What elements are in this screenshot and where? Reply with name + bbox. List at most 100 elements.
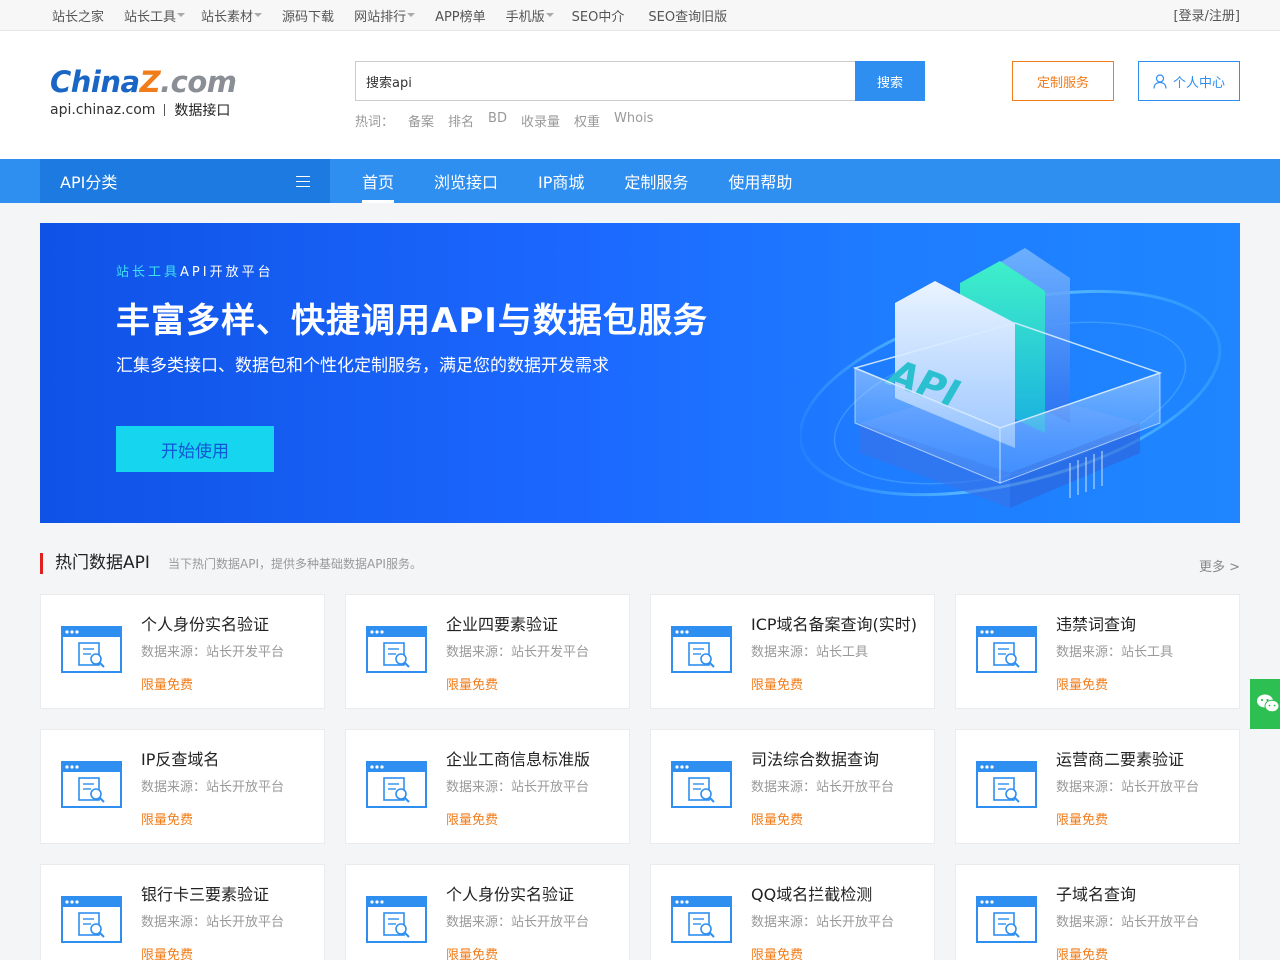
api-card-name: 司法综合数据查询: [751, 750, 880, 769]
api-card-source: 数据来源：站长工具: [1056, 645, 1174, 660]
chevron-down-icon: [254, 13, 263, 17]
hero-banner: 站长工具API开放平台 丰富多样、快捷调用API与数据包服务 汇集多类接口、数据…: [40, 223, 1240, 523]
api-card[interactable]: 司法综合数据查询数据来源：站长开放平台 限量免费: [650, 729, 935, 844]
api-category-label: API分类: [60, 173, 118, 192]
custom-service-button[interactable]: 定制服务: [1012, 61, 1114, 101]
api-card[interactable]: IP反查域名 数据来源：站长开放平台 限量免费: [40, 729, 325, 844]
api-card[interactable]: 个人身份实名验证 数据来源：站长开发平台 限量免费: [40, 594, 325, 709]
api-card-name: 企业工商信息标准版: [446, 750, 591, 769]
header: ChinaZ.com api.chinaz.com 数据接口 搜索 热词： 备案…: [0, 31, 1280, 159]
api-card-name: 运营商二要素验证: [1056, 750, 1185, 769]
menu-icon: [296, 175, 310, 187]
chevron-down-icon: [177, 13, 186, 17]
api-card-source: 数据来源：站长开放平台: [751, 780, 895, 795]
api-card[interactable]: 子域名查询 数据来源：站长开放平台 限量免费: [955, 864, 1240, 960]
api-document-search-icon: [671, 761, 732, 808]
api-card-tag: 限量免费: [446, 948, 499, 960]
user-center-button[interactable]: 个人中心: [1138, 61, 1240, 101]
user-icon: [1153, 73, 1167, 89]
logo-domain: api.chinaz.com: [50, 102, 156, 118]
hot-keyword[interactable]: 权重: [574, 111, 600, 130]
wechat-float-button[interactable]: [1250, 679, 1280, 729]
top-nav-link[interactable]: SEO查询旧版: [648, 6, 727, 25]
section-marker: [40, 553, 43, 574]
api-card-name: 子域名查询: [1056, 885, 1137, 904]
api-card-tag: 限量免费: [1056, 678, 1109, 693]
top-nav-link[interactable]: SEO中介: [572, 6, 625, 25]
main-navbar: API分类 首页 浏览接口 IP商城 定制服务 使用帮助: [0, 159, 1280, 203]
api-card[interactable]: 企业工商信息标准版 数据来源：站长开放平台 限量免费: [345, 729, 630, 844]
api-card-source: 数据来源：站长开放平台: [446, 780, 590, 795]
nav-item[interactable]: 浏览接口: [434, 159, 498, 203]
top-nav-link[interactable]: 源码下载: [282, 6, 334, 25]
api-document-search-icon: [976, 626, 1037, 673]
api-document-search-icon: [366, 761, 427, 808]
section-title: 热门数据API: [55, 553, 150, 573]
api-card-name: 违禁词查询: [1056, 615, 1137, 634]
api-card-source: 数据来源：站长开发平台: [141, 645, 285, 660]
api-card[interactable]: 银行卡三要素验证 数据来源：站长开放平台 限量免费: [40, 864, 325, 960]
top-nav-link[interactable]: 站长素材: [201, 6, 263, 25]
site-logo[interactable]: ChinaZ.com api.chinaz.com 数据接口: [50, 65, 250, 125]
api-card-name: 企业四要素验证: [446, 615, 559, 634]
hot-keywords-label: 热词：: [355, 115, 395, 130]
api-card-tag: 限量免费: [141, 948, 194, 960]
search-input[interactable]: [355, 61, 855, 101]
top-nav-link[interactable]: 站长工具: [124, 6, 186, 25]
hot-api-section-header: 热门数据API 当下热门数据API，提供多种基础数据API服务。 更多 >: [40, 553, 1240, 575]
api-document-search-icon: [61, 761, 122, 808]
api-category-menu[interactable]: API分类: [40, 159, 330, 203]
login-register-link[interactable]: [登录/注册]: [1173, 5, 1240, 24]
hot-keyword[interactable]: 排名: [448, 111, 474, 130]
api-card-name: 银行卡三要素验证: [141, 885, 270, 904]
nav-item[interactable]: IP商城: [538, 159, 584, 203]
banner-subtitle: 汇集多类接口、数据包和个性化定制服务，满足您的数据开发需求: [116, 356, 609, 376]
top-nav-link[interactable]: APP榜单: [435, 6, 486, 25]
hot-keywords: 热词： 备案 排名 BD 收录量 权重 Whois: [355, 111, 653, 130]
api-card[interactable]: ICP域名备案查询(实时) 数据来源：站长工具 限量免费: [650, 594, 935, 709]
top-nav-link[interactable]: 站长之家: [52, 6, 104, 25]
api-card-name: 个人身份实名验证: [446, 885, 575, 904]
banner-kicker: 站长工具API开放平台: [116, 265, 274, 280]
logo-tagline: 数据接口: [174, 103, 231, 119]
api-document-search-icon: [366, 896, 427, 943]
api-card-source: 数据来源：站长开放平台: [141, 780, 285, 795]
api-card-source: 数据来源：站长开放平台: [1056, 915, 1200, 930]
api-card[interactable]: 运营商二要素验证数据来源：站长开放平台 限量免费: [955, 729, 1240, 844]
api-card-tag: 限量免费: [751, 678, 804, 693]
top-nav-link[interactable]: 网站排行: [354, 6, 416, 25]
api-card[interactable]: 违禁词查询数据来源：站长工具 限量免费: [955, 594, 1240, 709]
api-card-tag: 限量免费: [446, 678, 499, 693]
search-button[interactable]: 搜索: [855, 61, 925, 101]
search-bar: 搜索: [355, 61, 925, 101]
banner-title: 丰富多样、快捷调用API与数据包服务: [116, 301, 708, 341]
hot-keyword[interactable]: Whois: [614, 111, 653, 130]
api-illustration: API: [800, 248, 1222, 508]
api-card-source: 数据来源：站长开放平台: [751, 915, 895, 930]
api-card-source: 数据来源：站长开放平台: [1056, 780, 1200, 795]
api-card-tag: 限量免费: [1056, 813, 1109, 828]
logo-subtitle: api.chinaz.com 数据接口: [50, 100, 250, 120]
api-card-source: 数据来源：站长开发平台: [446, 645, 590, 660]
api-document-search-icon: [61, 896, 122, 943]
wechat-icon: [1257, 694, 1280, 713]
api-card-name: 个人身份实名验证: [141, 615, 270, 634]
api-card[interactable]: 企业四要素验证数据来源：站长开发平台 限量免费: [345, 594, 630, 709]
nav-item[interactable]: 首页: [362, 159, 395, 203]
chevron-down-icon: [545, 13, 554, 17]
top-nav-link[interactable]: 手机版: [506, 6, 554, 25]
api-document-search-icon: [61, 626, 122, 673]
api-card-tag: 限量免费: [751, 948, 804, 960]
api-card-tag: 限量免费: [751, 813, 804, 828]
more-link[interactable]: 更多 >: [1199, 556, 1240, 575]
hot-keyword[interactable]: BD: [488, 111, 507, 130]
nav-item[interactable]: 定制服务: [624, 159, 688, 203]
api-card[interactable]: QQ域名拦截检测 数据来源：站长开放平台 限量免费: [650, 864, 935, 960]
hot-keyword[interactable]: 备案: [408, 111, 434, 130]
nav-item[interactable]: 使用帮助: [728, 159, 792, 203]
api-document-search-icon: [976, 761, 1037, 808]
hot-keyword[interactable]: 收录量: [521, 111, 560, 130]
start-using-button[interactable]: 开始使用: [116, 426, 274, 472]
api-card[interactable]: 个人身份实名验证 数据来源：站长开放平台 限量免费: [345, 864, 630, 960]
top-bar: 站长之家 站长工具 站长素材 源码下载 网站排行 APP榜单 手机版 SEO中介 SEO查询旧版…: [0, 0, 1280, 31]
